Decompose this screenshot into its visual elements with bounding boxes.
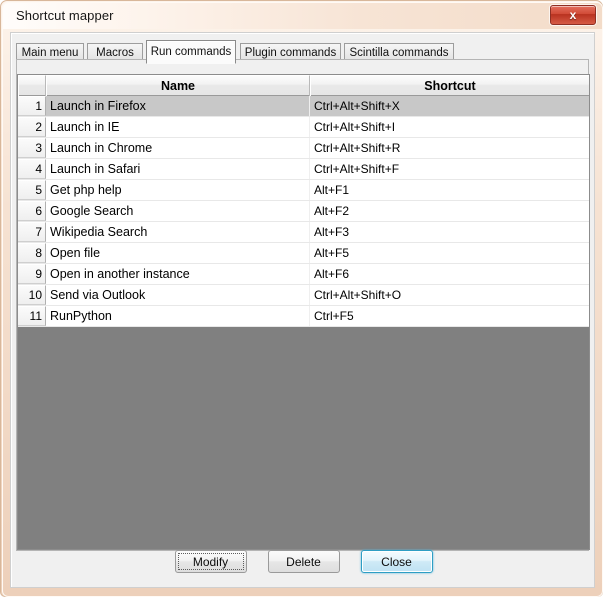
row-shortcut: Alt+F3: [314, 225, 350, 239]
row-index: 1: [18, 96, 46, 116]
table-row[interactable]: 1 Launch in Firefox Ctrl+Alt+Shift+X: [18, 96, 589, 117]
row-index: 11: [18, 306, 46, 326]
dialog-client-area: Main menu Macros Run commands Plugin comman…: [10, 32, 595, 588]
table-row[interactable]: 3 Launch in Chrome Ctrl+Alt+Shift+R: [18, 138, 589, 159]
dialog-button-bar: Modify Delete Close: [11, 550, 596, 573]
button-label: Modify: [192, 554, 229, 569]
column-header-index[interactable]: [18, 75, 46, 96]
modify-button[interactable]: Modify: [174, 550, 247, 573]
row-shortcut: Ctrl+Alt+Shift+F: [314, 162, 400, 176]
row-index: 3: [18, 138, 46, 158]
row-shortcut: Alt+F5: [314, 246, 350, 260]
table-row[interactable]: 2 Launch in IE Ctrl+Alt+Shift+I: [18, 117, 589, 138]
close-button[interactable]: x: [550, 5, 596, 25]
row-command-name: Open file: [46, 243, 310, 263]
row-command-name: Wikipedia Search: [46, 222, 310, 242]
row-shortcut: Alt+F2: [314, 204, 350, 218]
table-row[interactable]: 4 Launch in Safari Ctrl+Alt+Shift+F: [18, 159, 589, 180]
column-header-name[interactable]: Name: [46, 75, 310, 96]
row-shortcut: Alt+F6: [314, 267, 350, 281]
button-label: Close: [381, 554, 412, 569]
row-index: 9: [18, 264, 46, 284]
row-shortcut: Ctrl+Alt+Shift+X: [310, 96, 589, 116]
row-index: 5: [18, 180, 46, 200]
table-row[interactable]: 7 Wikipedia Search Alt+F3: [18, 222, 589, 243]
row-command-name: Launch in Chrome: [46, 138, 310, 158]
table-row[interactable]: 8 Open file Alt+F5: [18, 243, 589, 264]
row-shortcut: Ctrl+Alt+Shift+R: [314, 141, 401, 155]
table-row[interactable]: 9 Open in another instance Alt+F6: [18, 264, 589, 285]
row-index: 7: [18, 222, 46, 242]
row-shortcut: Ctrl+Alt+Shift+O: [314, 288, 402, 302]
window-title: Shortcut mapper: [16, 8, 114, 23]
table-row[interactable]: 5 Get php help Alt+F1: [18, 180, 589, 201]
row-command-name: Open in another instance: [46, 264, 310, 284]
row-command-name: Launch in Firefox: [46, 96, 310, 116]
row-shortcut: Ctrl+F5: [314, 309, 354, 323]
column-header-shortcut[interactable]: Shortcut: [310, 75, 589, 96]
row-index: 10: [18, 285, 46, 305]
row-index: 2: [18, 117, 46, 137]
button-label: Delete: [286, 554, 321, 569]
row-command-name: Send via Outlook: [46, 285, 310, 305]
commands-list[interactable]: Name Shortcut 1 Launch in Firefox Ctrl+Alt…: [17, 74, 590, 550]
shortcut-mapper-window: Shortcut mapper x Main menu Macros Run com…: [0, 0, 603, 597]
close-button[interactable]: Close: [360, 550, 433, 573]
table-row[interactable]: 11 RunPython Ctrl+F5: [18, 306, 589, 327]
table-row[interactable]: 6 Google Search Alt+F2: [18, 201, 589, 222]
row-command-name: Launch in IE: [46, 117, 310, 137]
row-command-name: Google Search: [46, 201, 310, 221]
row-command-name: RunPython: [46, 306, 310, 326]
row-index: 8: [18, 243, 46, 263]
table-row[interactable]: 10 Send via Outlook Ctrl+Alt+Shift+O: [18, 285, 589, 306]
row-command-name: Launch in Safari: [46, 159, 310, 179]
delete-button[interactable]: Delete: [267, 550, 340, 573]
row-index: 4: [18, 159, 46, 179]
row-command-name: Get php help: [46, 180, 310, 200]
row-shortcut: Alt+F1: [314, 183, 350, 197]
list-header-row: Name Shortcut: [18, 75, 589, 96]
list-body: 1 Launch in Firefox Ctrl+Alt+Shift+X 2 Launc…: [18, 96, 589, 549]
title-bar[interactable]: Shortcut mapper x: [3, 3, 602, 29]
row-index: 6: [18, 201, 46, 221]
close-x-icon: x: [569, 8, 577, 22]
row-shortcut: Ctrl+Alt+Shift+I: [314, 120, 396, 134]
tab-run-commands[interactable]: Run commands: [146, 40, 236, 64]
